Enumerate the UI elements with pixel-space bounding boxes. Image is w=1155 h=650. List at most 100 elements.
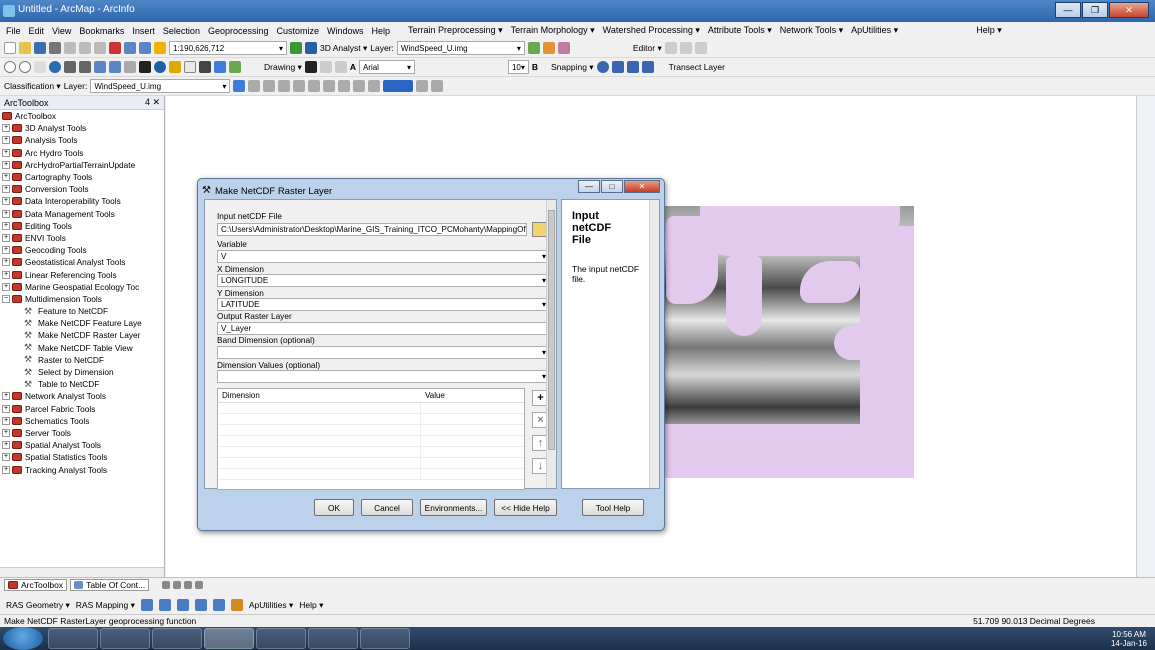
taskbar-office-icon[interactable] (100, 628, 150, 649)
panel-pin-close[interactable]: 4 ✕ (145, 97, 160, 108)
back-extent-icon[interactable] (94, 61, 106, 73)
toolbox-item[interactable]: + Tracking Analyst Tools (2, 463, 164, 475)
toolbox-item[interactable]: + Schematics Tools (2, 415, 164, 427)
measure-icon[interactable] (214, 61, 226, 73)
toolbox-item[interactable]: + Cartography Tools (2, 171, 164, 183)
reshape-icon[interactable] (694, 42, 707, 54)
maximize-button[interactable]: ❐ (1082, 2, 1108, 18)
point-snapping-icon[interactable] (596, 61, 609, 73)
bold-button[interactable]: B (532, 62, 538, 72)
analyst3d-menu[interactable]: 3D Analyst ▾ (320, 43, 367, 54)
minimize-button[interactable]: — (1055, 2, 1081, 18)
y-dimension-dropdown[interactable]: LATITUDE (217, 298, 549, 311)
taskbar-powerpoint-icon[interactable] (308, 628, 358, 649)
reclass-icon[interactable] (431, 80, 444, 92)
font-size-combo[interactable]: 10 ▾ (507, 60, 529, 74)
menu-windows[interactable]: Windows (327, 26, 364, 36)
taskbar-arcmap-icon[interactable] (204, 628, 254, 649)
ras-tool-icon[interactable] (230, 599, 243, 611)
scrollbar-thumb[interactable] (548, 210, 555, 450)
tool-item[interactable]: ⚒ Table to NetCDF (2, 378, 164, 390)
close-button[interactable]: ✕ (1109, 2, 1149, 18)
dialog-maximize-button[interactable]: □ (601, 180, 623, 193)
drawing-menu[interactable]: Drawing ▾ (264, 62, 302, 73)
menu-help[interactable]: Help (372, 26, 391, 36)
classification-menu[interactable]: Classification ▾ (4, 81, 61, 92)
select-features-icon[interactable] (124, 61, 136, 73)
toolbox-item[interactable]: + Editing Tools (2, 220, 164, 232)
output-raster-field[interactable]: V_Layer (217, 322, 549, 335)
dimension-values-dropdown[interactable] (217, 370, 549, 383)
taskbar-ie-icon[interactable] (48, 628, 98, 649)
start-button[interactable] (3, 627, 43, 650)
ok-button[interactable]: OK (314, 499, 354, 516)
fixed-zoom-in-icon[interactable] (64, 61, 76, 73)
zoom-out-icon[interactable] (19, 61, 31, 73)
3d-profile-icon[interactable] (542, 42, 555, 54)
menu-network-tools[interactable]: Network Tools ▾ (780, 25, 843, 36)
tool-item[interactable]: ⚒ Make NetCDF Feature Laye (2, 317, 164, 329)
x-dimension-dropdown[interactable]: LONGITUDE (217, 274, 549, 287)
menu-customize[interactable]: Customize (277, 26, 320, 36)
pause-drawing-icon[interactable] (195, 580, 204, 589)
tool-item[interactable]: ⚒ Make NetCDF Table View (2, 342, 164, 354)
dialog-minimize-button[interactable]: — (578, 180, 600, 193)
band-dimension-dropdown[interactable] (217, 346, 549, 359)
tool-help-button[interactable]: Tool Help (582, 499, 644, 516)
save-icon[interactable] (34, 42, 46, 54)
hide-help-button[interactable]: << Hide Help (494, 499, 557, 516)
menu-bookmarks[interactable]: Bookmarks (79, 26, 124, 36)
toolbox-item[interactable]: + Geocoding Tools (2, 244, 164, 256)
classify-icon[interactable] (416, 80, 429, 92)
draw-polygon-icon[interactable] (248, 80, 261, 92)
toolbox-item[interactable]: + Spatial Analyst Tools (2, 439, 164, 451)
toolbox-item[interactable]: + Analysis Tools (2, 134, 164, 146)
tool-item[interactable]: ⚒ Raster to NetCDF (2, 354, 164, 366)
select-elements-icon[interactable] (139, 61, 151, 73)
menu-terrain-morphology[interactable]: Terrain Morphology ▾ (511, 25, 595, 36)
font-combo[interactable]: Arial ▾ (358, 60, 415, 74)
edge-snapping-icon[interactable] (641, 61, 654, 73)
select-pointer-icon[interactable] (304, 61, 317, 73)
table-row[interactable] (218, 414, 524, 425)
toolbox-item[interactable]: + Data Management Tools (2, 208, 164, 220)
toolbox-item[interactable]: + Network Analyst Tools (2, 390, 164, 402)
table-row[interactable] (218, 403, 524, 414)
menu-view[interactable]: View (52, 26, 71, 36)
rectangle-icon[interactable] (334, 61, 347, 73)
toolbox-item[interactable]: + Server Tools (2, 427, 164, 439)
menu-edit[interactable]: Edit (29, 26, 45, 36)
menu-geoprocessing[interactable]: Geoprocessing (208, 26, 269, 36)
taskbar-explorer-icon[interactable] (256, 628, 306, 649)
dialog-close-button[interactable]: ✕ (624, 180, 660, 193)
table-row[interactable] (218, 458, 524, 469)
toolbox-item[interactable]: + Geostatistical Analyst Tools (2, 256, 164, 268)
scatterplot-icon[interactable] (308, 80, 321, 92)
toolbox-item[interactable]: + Conversion Tools (2, 183, 164, 195)
tab-arctoolbox[interactable]: ArcToolbox (4, 578, 68, 591)
new-document-icon[interactable] (4, 42, 16, 54)
cancel-button[interactable]: Cancel (361, 499, 413, 516)
variable-dropdown[interactable]: V (217, 250, 549, 263)
data-view-icon[interactable] (173, 580, 182, 589)
identify-icon[interactable] (154, 61, 166, 73)
3d-line-icon[interactable] (557, 42, 570, 54)
refresh-icon[interactable] (184, 580, 193, 589)
taskbar-chrome2-icon[interactable] (360, 628, 410, 649)
menu-selection[interactable]: Selection (163, 26, 200, 36)
ras-tool-icon[interactable] (194, 599, 207, 611)
merge-icon[interactable] (353, 80, 366, 92)
toolbox-item[interactable]: + Data Interoperability Tools (2, 195, 164, 207)
cut-icon[interactable] (64, 42, 76, 54)
menu-terrain-preprocessing[interactable]: Terrain Preprocessing ▾ (408, 25, 503, 36)
transect-layer-combo[interactable]: Transect Layer (669, 62, 725, 72)
ras-help-menu[interactable]: Help ▾ (299, 600, 323, 611)
system-clock[interactable]: 10:56 AM 14-Jan-16 (1111, 630, 1147, 648)
menu-watershed-processing[interactable]: Watershed Processing ▾ (603, 25, 700, 36)
draw-circle-icon[interactable] (278, 80, 291, 92)
toolbox-item[interactable]: + Parcel Fabric Tools (2, 403, 164, 415)
dimension-values-table[interactable]: Dimension Value (217, 388, 525, 490)
taskbar-chrome-icon[interactable] (152, 628, 202, 649)
color-ramp-icon[interactable] (383, 80, 414, 92)
undo-icon[interactable] (124, 42, 136, 54)
